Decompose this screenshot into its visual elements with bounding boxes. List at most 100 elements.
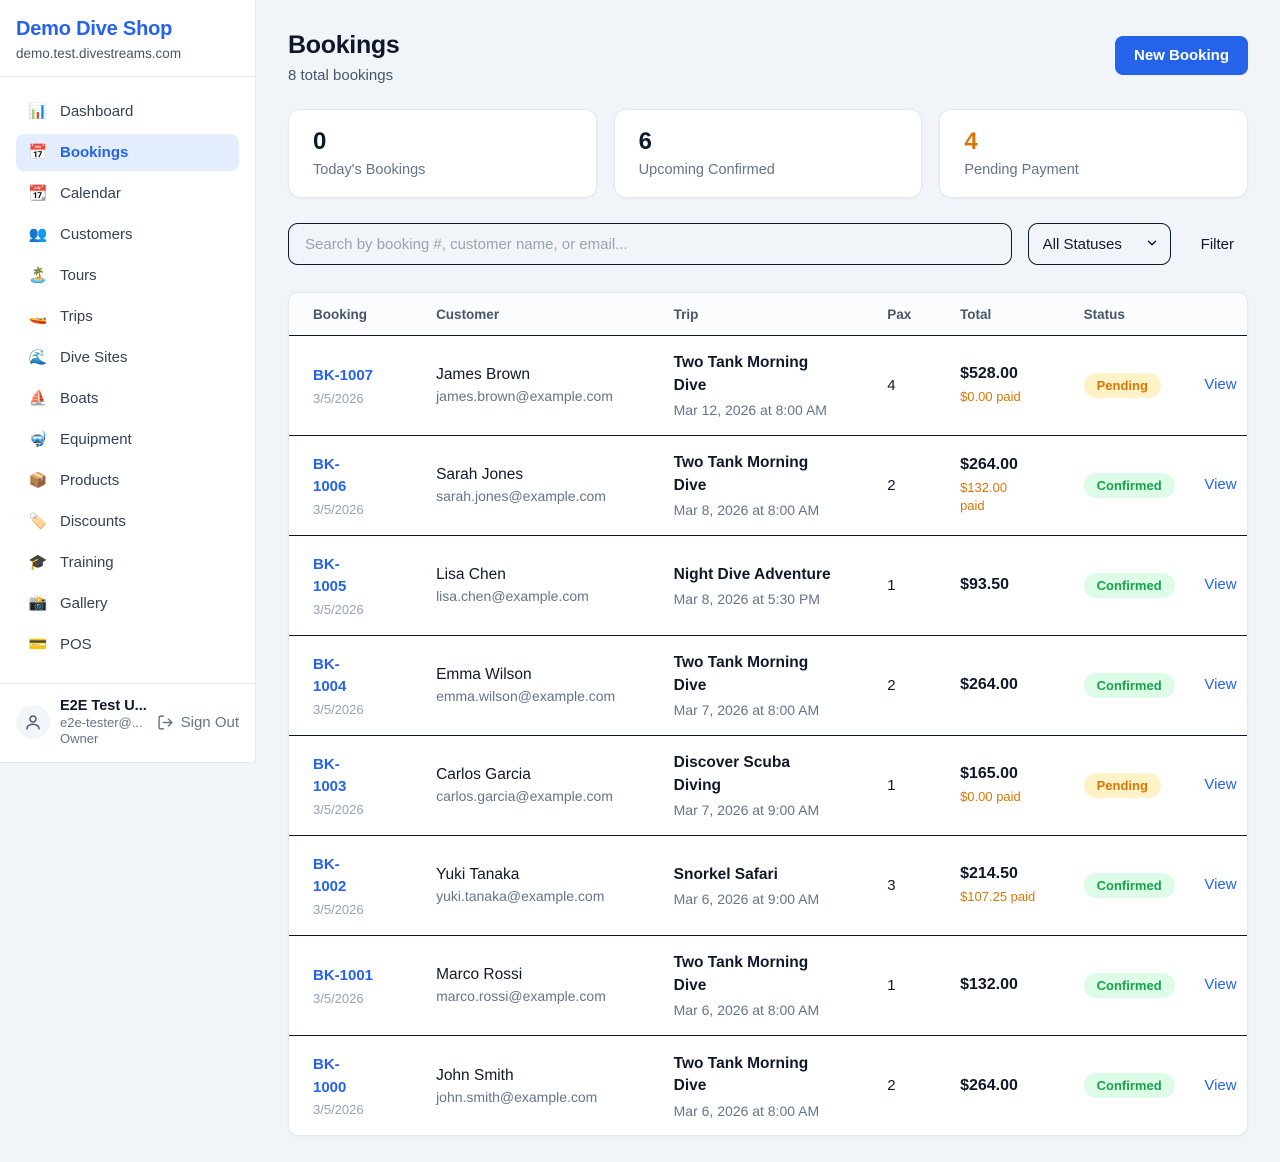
sidebar-item-label: Dashboard xyxy=(60,103,133,120)
status-cell: Pending xyxy=(1072,335,1193,435)
pax-cell: 2 xyxy=(875,1035,948,1135)
trip-name: Two Tank Morning Dive xyxy=(674,352,819,397)
sidebar-item-dive-sites[interactable]: 🌊Dive Sites xyxy=(16,339,239,376)
view-link[interactable]: View xyxy=(1204,676,1236,693)
customer-email: sarah.jones@example.com xyxy=(436,488,650,504)
search-input[interactable] xyxy=(288,223,1012,265)
bookings-table-card: BookingCustomerTripPaxTotalStatus BK-100… xyxy=(288,292,1248,1136)
sidebar-item-products[interactable]: 📦Products xyxy=(16,462,239,499)
sidebar-item-pos[interactable]: 💳POS xyxy=(16,626,239,663)
table-row: BK-10043/5/2026Emma Wilsonemma.wilson@ex… xyxy=(289,635,1247,735)
view-link[interactable]: View xyxy=(1204,976,1236,993)
customer-name: James Brown xyxy=(436,366,650,384)
pax-cell: 4 xyxy=(875,335,948,435)
trip-cell: Two Tank Morning Dive Mar 12, 2026 at 8:0… xyxy=(662,335,876,435)
user-name: E2E Test U... xyxy=(60,697,147,715)
booking-link[interactable]: BK-1007 xyxy=(313,365,373,388)
view-link[interactable]: View xyxy=(1204,476,1236,493)
bookings-table: BookingCustomerTripPaxTotalStatus BK-100… xyxy=(289,293,1247,1135)
customer-name: Emma Wilson xyxy=(436,666,650,684)
sidebar-item-customers[interactable]: 👥Customers xyxy=(16,216,239,253)
customer-cell: Lisa Chenlisa.chen@example.com xyxy=(424,535,662,635)
sidebar-item-calendar[interactable]: 📆Calendar xyxy=(16,175,239,212)
sidebar-item-label: Training xyxy=(60,554,114,571)
credit-card-icon: 💳 xyxy=(28,637,48,652)
pax-cell: 1 xyxy=(875,735,948,835)
status-badge: Confirmed xyxy=(1084,473,1175,498)
sidebar-item-dashboard[interactable]: 📊Dashboard xyxy=(16,93,239,130)
total-amount: $93.50 xyxy=(960,576,1060,594)
trip-cell: Two Tank Morning DiveMar 8, 2026 at 8:00… xyxy=(662,435,876,535)
total-amount: $264.00 xyxy=(960,676,1060,694)
sidebar-item-gallery[interactable]: 📸Gallery xyxy=(16,585,239,622)
sidebar-item-tours[interactable]: 🏝️Tours xyxy=(16,257,239,294)
status-cell: Pending xyxy=(1072,735,1193,835)
new-booking-button[interactable]: New Booking xyxy=(1115,36,1248,75)
column-header-pax: Pax xyxy=(875,293,948,335)
customer-email: emma.wilson@example.com xyxy=(436,688,650,704)
booking-link[interactable]: BK-1001 xyxy=(313,965,373,988)
table-body: BK-1007 3/5/2026 James Brownjames.brown@ex… xyxy=(289,335,1247,1135)
total-cell: $264.00 xyxy=(948,635,1072,735)
paid-amount: $0.00 paid xyxy=(960,788,1060,806)
booking-link[interactable]: BK-1005 xyxy=(313,554,353,599)
actions-cell: View xyxy=(1192,935,1247,1035)
total-cell: $528.00$0.00 paid xyxy=(948,335,1072,435)
customer-cell: Sarah Jonessarah.jones@example.com xyxy=(424,435,662,535)
actions-cell: View xyxy=(1192,1035,1247,1135)
sidebar-nav: 📊Dashboard 📅Bookings 📆Calendar 👥Customers 🏝️… xyxy=(0,77,255,675)
package-icon: 📦 xyxy=(28,473,48,488)
sidebar-item-label: Boats xyxy=(60,390,98,407)
booking-link[interactable]: BK-1004 xyxy=(313,654,353,699)
island-icon: 🏝️ xyxy=(28,268,48,283)
sign-out-button[interactable]: Sign Out xyxy=(157,714,239,731)
sailboat-icon: ⛵ xyxy=(28,391,48,406)
total-amount: $528.00 xyxy=(960,365,1060,383)
status-badge: Confirmed xyxy=(1084,573,1175,598)
status-cell: Confirmed xyxy=(1072,1035,1193,1135)
trip-cell: Night Dive AdventureMar 8, 2026 at 5:30 … xyxy=(662,535,876,635)
view-link[interactable]: View xyxy=(1204,576,1236,593)
total-cell: $93.50 xyxy=(948,535,1072,635)
customer-cell: James Brownjames.brown@example.com xyxy=(424,335,662,435)
table-row: BK-10033/5/2026Carlos Garciacarlos.garci… xyxy=(289,735,1247,835)
stat-card-todays-bookings: 0 Today's Bookings xyxy=(288,109,597,198)
tag-icon: 🏷️ xyxy=(28,514,48,529)
booking-cell: BK-1001 3/5/2026 xyxy=(289,935,424,1035)
view-link[interactable]: View xyxy=(1204,776,1236,793)
trip-datetime: Mar 12, 2026 at 8:00 AM xyxy=(674,402,864,418)
table-row: BK-10053/5/2026Lisa Chenlisa.chen@exampl… xyxy=(289,535,1247,635)
booking-link[interactable]: BK-1002 xyxy=(313,854,353,899)
booking-link[interactable]: BK-1003 xyxy=(313,754,353,799)
sidebar-item-discounts[interactable]: 🏷️Discounts xyxy=(16,503,239,540)
booking-date: 3/5/2026 xyxy=(313,991,412,1006)
view-link[interactable]: View xyxy=(1204,1077,1236,1094)
customer-name: Carlos Garcia xyxy=(436,766,650,784)
status-filter-select[interactable]: All Statuses xyxy=(1028,223,1171,265)
sidebar-item-bookings[interactable]: 📅Bookings xyxy=(16,134,239,171)
sidebar-item-label: Trips xyxy=(60,308,93,325)
sidebar-item-trips[interactable]: 🚤Trips xyxy=(16,298,239,335)
table-row: BK-10023/5/2026Yuki Tanakayuki.tanaka@ex… xyxy=(289,835,1247,935)
filter-button[interactable]: Filter xyxy=(1187,228,1248,261)
total-cell: $214.50$107.25 paid xyxy=(948,835,1072,935)
view-link[interactable]: View xyxy=(1204,376,1236,393)
stat-cards: 0 Today's Bookings 6 Upcoming Confirmed … xyxy=(288,109,1248,198)
shop-domain: demo.test.divestreams.com xyxy=(16,46,239,61)
person-icon xyxy=(24,713,42,731)
sidebar-item-label: Bookings xyxy=(60,144,128,161)
booking-link[interactable]: BK-1006 xyxy=(313,454,353,499)
trip-name: Night Dive Adventure xyxy=(674,564,864,586)
status-badge: Confirmed xyxy=(1084,873,1175,898)
status-badge: Confirmed xyxy=(1084,673,1175,698)
sidebar-item-training[interactable]: 🎓Training xyxy=(16,544,239,581)
booking-link[interactable]: BK-1000 xyxy=(313,1054,353,1099)
trip-datetime: Mar 8, 2026 at 8:00 AM xyxy=(674,502,864,518)
view-link[interactable]: View xyxy=(1204,876,1236,893)
total-cell: $165.00$0.00 paid xyxy=(948,735,1072,835)
sidebar-item-boats[interactable]: ⛵ Boats xyxy=(16,380,239,417)
sidebar-item-equipment[interactable]: 🤿Equipment xyxy=(16,421,239,458)
status-badge: Confirmed xyxy=(1084,1073,1175,1098)
customer-cell: Carlos Garciacarlos.garcia@example.com xyxy=(424,735,662,835)
trip-cell: Two Tank Morning DiveMar 7, 2026 at 8:00… xyxy=(662,635,876,735)
